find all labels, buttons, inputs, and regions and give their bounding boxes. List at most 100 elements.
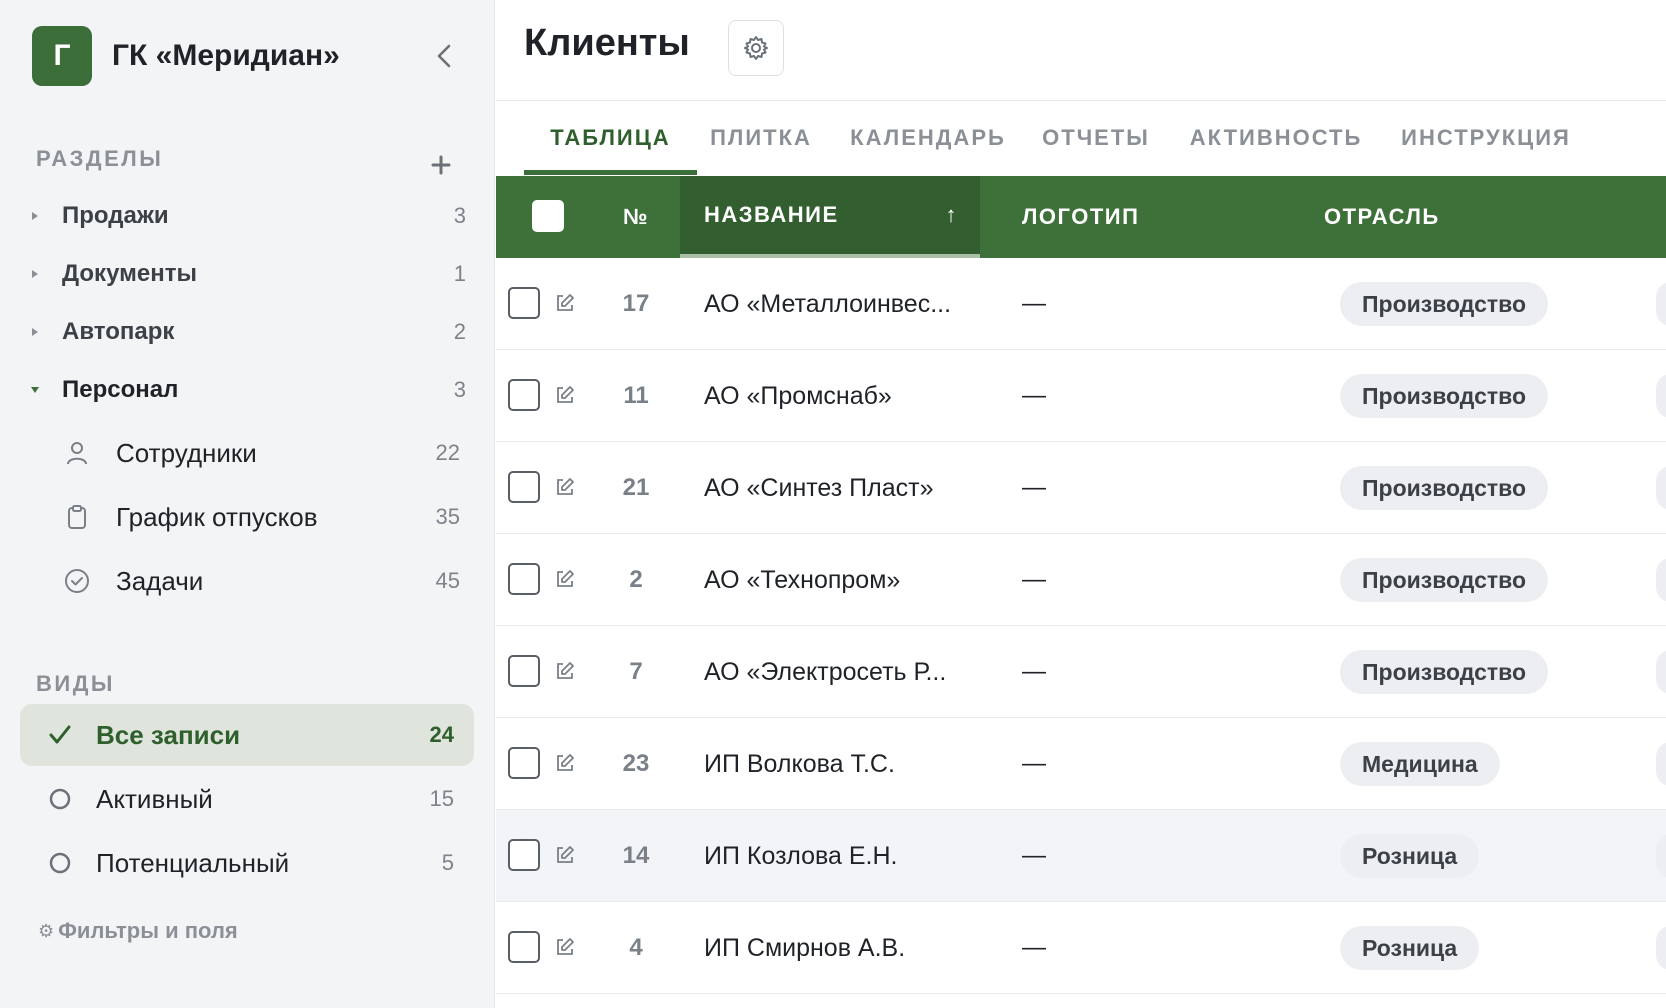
table-row[interactable]: 7 АО «Электросеть Р... — Производство xyxy=(496,626,1666,718)
row-checkbox[interactable] xyxy=(508,287,540,319)
industry-tag[interactable]: Производство xyxy=(1340,374,1549,418)
edit-icon[interactable] xyxy=(553,567,577,591)
filters-and-fields-link[interactable]: ⚙ Фильтры и поля xyxy=(38,918,238,944)
next-column-tag xyxy=(1656,926,1666,970)
row-number: 21 xyxy=(622,474,650,501)
filters-label: Фильтры и поля xyxy=(58,918,238,943)
tab-reports[interactable]: ОТЧЕТЫ xyxy=(1036,101,1156,175)
sidebar-section-fleet[interactable]: Автопарк 2 xyxy=(30,312,466,352)
sections-heading: РАЗДЕЛЫ xyxy=(36,146,164,171)
client-name: АО «Технопром» xyxy=(704,565,901,594)
table-row[interactable]: 23 ИП Волкова Т.С. — Медицина xyxy=(496,718,1666,810)
client-name: ИП Волкова Т.С. xyxy=(704,749,895,778)
edit-icon[interactable] xyxy=(553,751,577,775)
caret-right-icon xyxy=(30,211,50,221)
page-title: Клиенты xyxy=(524,22,690,64)
section-count: 1 xyxy=(453,261,466,286)
column-header-logo[interactable]: ЛОГОТИП xyxy=(1022,176,1322,258)
edit-icon[interactable] xyxy=(553,659,577,683)
table-row[interactable]: 4 ИП Смирнов А.В. — Розница xyxy=(496,902,1666,994)
sidebar-section-sales[interactable]: Продажи 3 xyxy=(30,196,466,236)
client-logo-empty: — xyxy=(1022,566,1046,593)
row-checkbox[interactable] xyxy=(508,563,540,595)
tab-table[interactable]: ТАБЛИЦА xyxy=(524,101,697,175)
next-column-tag xyxy=(1656,742,1666,786)
view-tabs: ТАБЛИЦА ПЛИТКА КАЛЕНДАРЬ ОТЧЕТЫ АКТИВНОС… xyxy=(496,100,1666,176)
views-heading: ВИДЫ xyxy=(36,671,115,696)
table-row[interactable]: 14 ИП Козлова Е.Н. — Розница xyxy=(496,810,1666,902)
workspace-logo: Г xyxy=(32,26,92,86)
row-checkbox[interactable] xyxy=(508,471,540,503)
column-header-name[interactable]: НАЗВАНИЕ ↑ xyxy=(680,176,980,258)
industry-tag[interactable]: Производство xyxy=(1340,466,1549,510)
table-row[interactable]: 2 АО «Технопром» — Производство xyxy=(496,534,1666,626)
column-header-industry[interactable]: ОТРАСЛЬ xyxy=(1324,176,1624,258)
edit-icon[interactable] xyxy=(553,935,577,959)
view-active[interactable]: Активный 15 xyxy=(20,768,474,830)
row-number: 11 xyxy=(623,382,649,409)
main-content: Клиенты ТАБЛИЦА ПЛИТКА КАЛЕНДАРЬ ОТЧЕТЫ … xyxy=(496,0,1666,1008)
section-label: Персонал xyxy=(62,376,179,403)
view-label: Потенциальный xyxy=(96,847,290,878)
sidebar-item-count: 35 xyxy=(435,504,460,529)
edit-icon[interactable] xyxy=(553,383,577,407)
edit-icon[interactable] xyxy=(553,475,577,499)
sidebar-section-documents[interactable]: Документы 1 xyxy=(30,254,466,294)
row-checkbox[interactable] xyxy=(508,747,540,779)
industry-tag[interactable]: Производство xyxy=(1340,282,1549,326)
section-count: 2 xyxy=(453,319,466,344)
person-icon xyxy=(60,440,94,466)
row-number: 23 xyxy=(622,750,650,777)
caret-down-icon xyxy=(30,385,50,395)
row-number: 4 xyxy=(629,934,643,961)
view-count: 24 xyxy=(429,722,454,747)
sidebar-item-tasks[interactable]: Задачи 45 xyxy=(60,556,460,606)
next-column-tag xyxy=(1656,374,1666,418)
client-name: АО «Электросеть Р... xyxy=(704,657,947,686)
row-checkbox[interactable] xyxy=(508,379,540,411)
next-column-tag xyxy=(1656,466,1666,510)
next-column-tag xyxy=(1656,558,1666,602)
collapse-sidebar-button[interactable] xyxy=(426,36,462,76)
tab-instructions[interactable]: ИНСТРУКЦИЯ xyxy=(1396,101,1576,175)
row-checkbox[interactable] xyxy=(508,931,540,963)
table-row[interactable]: 17 АО «Металлоинвес... — Производство xyxy=(496,258,1666,350)
row-checkbox[interactable] xyxy=(508,655,540,687)
sidebar: Г ГК «Меридиан» РАЗДЕЛЫ Продажи 3 Докуме… xyxy=(0,0,495,1008)
row-number: 14 xyxy=(622,842,650,869)
tab-activity[interactable]: АКТИВНОСТЬ xyxy=(1186,101,1366,175)
sidebar-item-vacation-schedule[interactable]: График отпусков 35 xyxy=(60,492,460,542)
industry-tag[interactable]: Медицина xyxy=(1340,742,1500,786)
section-label: Документы xyxy=(62,260,197,287)
industry-tag[interactable]: Розница xyxy=(1340,926,1480,970)
table-settings-button[interactable] xyxy=(728,20,784,76)
table-row[interactable]: 11 АО «Промснаб» — Производство xyxy=(496,350,1666,442)
table-row[interactable]: 21 АО «Синтез Пласт» — Производство xyxy=(496,442,1666,534)
sidebar-section-personnel[interactable]: Персонал 3 xyxy=(30,370,466,410)
select-all-checkbox[interactable] xyxy=(532,200,564,232)
row-number: 17 xyxy=(622,290,650,317)
edit-icon[interactable] xyxy=(553,291,577,315)
row-checkbox[interactable] xyxy=(508,839,540,871)
row-number: 2 xyxy=(629,566,643,593)
add-section-button[interactable] xyxy=(428,152,454,178)
industry-tag[interactable]: Производство xyxy=(1340,558,1549,602)
tab-tiles[interactable]: ПЛИТКА xyxy=(701,101,821,175)
sidebar-item-employees[interactable]: Сотрудники 22 xyxy=(60,428,460,478)
industry-tag[interactable]: Розница xyxy=(1340,834,1480,878)
column-header-name-label: НАЗВАНИЕ xyxy=(704,202,839,227)
tab-calendar[interactable]: КАЛЕНДАРЬ xyxy=(848,101,1008,175)
view-potential[interactable]: Потенциальный 5 xyxy=(20,832,474,894)
column-header-number[interactable]: № xyxy=(596,176,676,258)
check-circle-icon xyxy=(60,568,94,594)
sidebar-item-count: 45 xyxy=(435,568,460,593)
industry-tag[interactable]: Производство xyxy=(1340,650,1549,694)
client-name: АО «Промснаб» xyxy=(704,381,892,410)
section-count: 3 xyxy=(453,377,466,402)
client-logo-empty: — xyxy=(1022,750,1046,777)
view-all-records[interactable]: Все записи 24 xyxy=(20,704,474,766)
view-label: Все записи xyxy=(96,719,241,750)
sort-ascending-icon: ↑ xyxy=(945,202,958,227)
edit-icon[interactable] xyxy=(553,843,577,867)
workspace-brand[interactable]: Г ГК «Меридиан» xyxy=(32,26,340,86)
